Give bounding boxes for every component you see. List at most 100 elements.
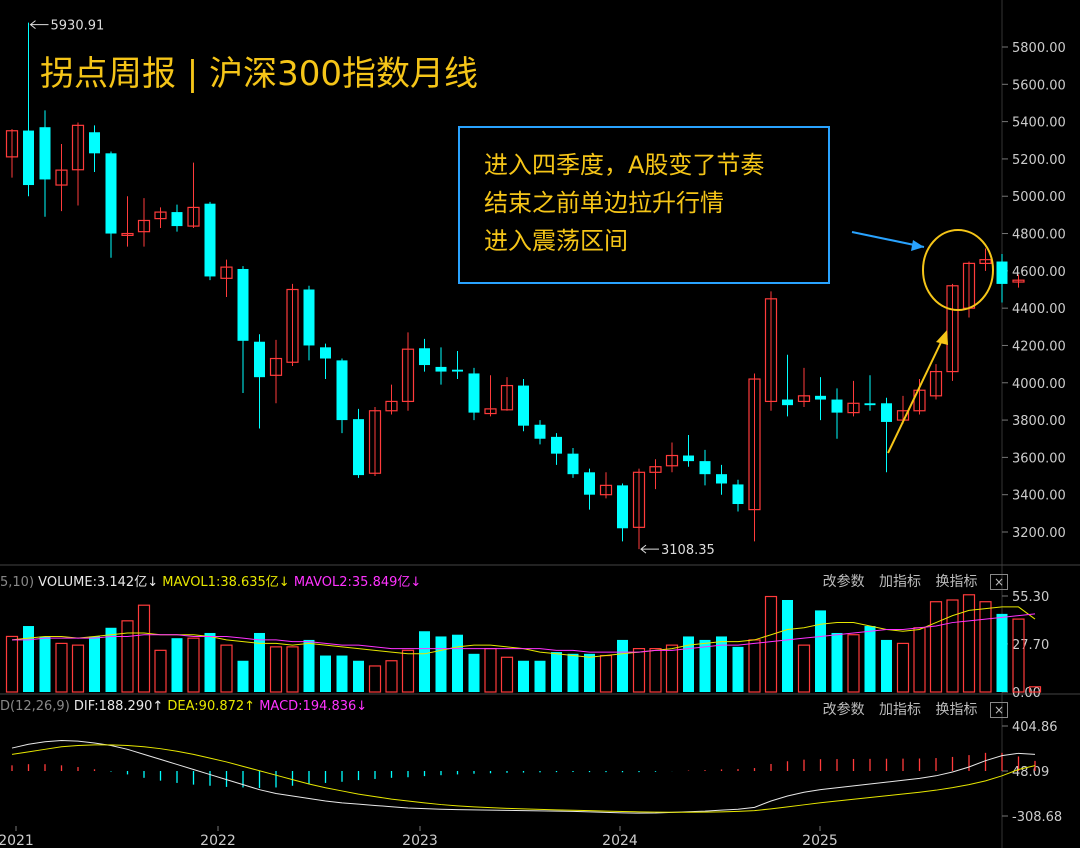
candle-body-down bbox=[419, 348, 430, 366]
volume-bar-down bbox=[336, 655, 348, 692]
volume-bar-down bbox=[551, 652, 562, 692]
candle-body-down bbox=[815, 395, 826, 400]
annotation-line-1: 进入四季度，A股变了节奏 bbox=[484, 151, 765, 179]
annotation-line-2: 结束之前单边拉升行情 bbox=[484, 189, 724, 217]
volume-bar-up bbox=[500, 656, 514, 693]
volume-bar-up bbox=[797, 644, 811, 693]
macd-switch-indicator-button[interactable]: 换指标 bbox=[935, 702, 977, 718]
volume-bar-up bbox=[269, 646, 283, 693]
volume-tick-label: 0.00 bbox=[1012, 686, 1041, 701]
volume-panel-buttons: 改参数 加指标 换指标 × bbox=[813, 571, 1008, 591]
volume-close-button[interactable]: × bbox=[989, 574, 1008, 590]
volume-bar-up bbox=[401, 649, 415, 693]
candle-body-down bbox=[567, 453, 579, 475]
year-tick-label: 2021 bbox=[0, 833, 34, 848]
volume-bar-up bbox=[385, 660, 398, 693]
volume-bar-up bbox=[847, 634, 860, 693]
volume-add-indicator-button[interactable]: 加指标 bbox=[879, 574, 921, 590]
volume-bar-up bbox=[979, 601, 992, 693]
volume-bar-down bbox=[881, 639, 892, 692]
volume-bar-down bbox=[732, 646, 744, 692]
macd-close-button[interactable]: × bbox=[989, 702, 1008, 718]
macd-legend-dif: DIF:188.290↑ bbox=[73, 699, 164, 714]
volume-bar-up bbox=[632, 648, 646, 693]
volume-change-params-button[interactable]: 改参数 bbox=[823, 574, 865, 590]
macd-legend: D(12,26,9) DIF:188.290↑ DEA:90.872↑ MACD… bbox=[0, 699, 367, 714]
volume-tick-label: 27.70 bbox=[1012, 638, 1049, 653]
macd-change-params-button[interactable]: 改参数 bbox=[823, 702, 865, 718]
candle-body-down bbox=[617, 485, 628, 529]
candle-body-down bbox=[864, 403, 876, 406]
macd-tick-label: -308.68 bbox=[1012, 810, 1062, 825]
candle-body-down bbox=[171, 212, 183, 227]
volume-bar-down bbox=[782, 599, 793, 692]
volume-bar-down bbox=[320, 655, 331, 692]
candle-body-down bbox=[534, 424, 546, 439]
macd-tick-label: 48.09 bbox=[1012, 765, 1049, 780]
chart-stage: 5800.00 5600.00 5400.00 5200.00 5000.00 4800.… bbox=[0, 0, 1080, 848]
candle-body-down bbox=[518, 385, 529, 426]
volume-bar-up bbox=[929, 601, 943, 693]
volume-bar-down bbox=[996, 613, 1008, 692]
volume-bar-up bbox=[220, 644, 233, 693]
candle-body-down bbox=[584, 472, 595, 495]
low-marker-label: 3108.35 bbox=[661, 543, 715, 558]
volume-bar-down bbox=[452, 634, 463, 692]
volume-bar-up bbox=[764, 595, 778, 693]
volume-bar-up bbox=[896, 642, 910, 693]
price-tick-label: 3600.00 bbox=[1012, 451, 1066, 466]
macd-tick-label: 404.86 bbox=[1012, 720, 1058, 735]
volume-bar-down bbox=[617, 639, 628, 692]
volume-switch-indicator-button[interactable]: 换指标 bbox=[935, 574, 977, 590]
trend-arrowhead-yellow bbox=[936, 330, 948, 345]
volume-bar-down bbox=[567, 653, 579, 692]
volume-bar-up bbox=[71, 644, 85, 693]
year-tick-label: 2023 bbox=[402, 833, 438, 848]
volume-bar-up bbox=[748, 639, 761, 693]
annotation-line-3: 进入震荡区间 bbox=[484, 227, 628, 255]
macd-legend-params: D(12,26,9) bbox=[0, 699, 70, 714]
candle-body-down bbox=[435, 366, 447, 372]
volume-legend-params: 5,10) bbox=[0, 575, 35, 590]
chart-title: 拐点周报 | 沪深300指数月线 bbox=[40, 54, 478, 94]
macd-add-indicator-button[interactable]: 加指标 bbox=[879, 702, 921, 718]
volume-legend-mavol1: MAVOL1:38.635亿↓ bbox=[162, 575, 290, 590]
price-tick-label: 3400.00 bbox=[1012, 489, 1066, 504]
volume-bar-up bbox=[55, 642, 68, 693]
volume-legend-mavol2: MAVOL2:35.849亿↓ bbox=[293, 575, 422, 590]
high-marker-label: 5930.91 bbox=[51, 19, 105, 34]
high-marker-arrow bbox=[29, 20, 49, 29]
candle-body-down bbox=[320, 347, 331, 359]
volume-bar-down bbox=[23, 626, 34, 692]
volume-bar-up bbox=[368, 665, 382, 693]
volume-bar-up bbox=[137, 604, 151, 693]
volume-bar-up bbox=[946, 599, 959, 693]
volume-bar-up bbox=[665, 644, 679, 693]
volume-legend: 5,10) VOLUME:3.142亿↓ MAVOL1:38.635亿↓ MAV… bbox=[0, 571, 421, 590]
candle-body-down bbox=[303, 289, 315, 346]
volume-legend-volume: VOLUME:3.142亿↓ bbox=[38, 575, 159, 590]
volume-bar-down bbox=[518, 660, 529, 692]
candle-body-down bbox=[732, 484, 744, 505]
price-tick-label: 5200.00 bbox=[1012, 153, 1066, 168]
volume-bar-up bbox=[962, 594, 976, 693]
candle-body-down bbox=[336, 360, 348, 421]
volume-bar-down bbox=[534, 660, 546, 692]
macd-legend-dea: DEA:90.872↑ bbox=[167, 699, 256, 714]
year-tick-label: 2022 bbox=[200, 833, 236, 848]
volume-bar-down bbox=[584, 653, 595, 692]
callout-arrowhead-blue bbox=[911, 240, 924, 251]
annotation-box: 进入四季度，A股变了节奏 结束之前单边拉升行情 进入震荡区间 bbox=[458, 126, 830, 284]
candle-body-down bbox=[353, 419, 364, 476]
volume-bar-up bbox=[187, 637, 200, 693]
volume-bar-down bbox=[39, 636, 51, 692]
price-tick-label: 4800.00 bbox=[1012, 228, 1066, 243]
macd-legend-macd: MACD:194.836↓ bbox=[259, 699, 368, 714]
candle-body-down bbox=[716, 474, 727, 484]
price-tick-label: 4000.00 bbox=[1012, 377, 1066, 392]
candle-body-down bbox=[89, 132, 100, 154]
candle-body-down bbox=[782, 399, 793, 406]
candle-body-down bbox=[254, 341, 265, 378]
volume-bar-up bbox=[913, 627, 926, 693]
volume-bar-down bbox=[89, 636, 100, 692]
